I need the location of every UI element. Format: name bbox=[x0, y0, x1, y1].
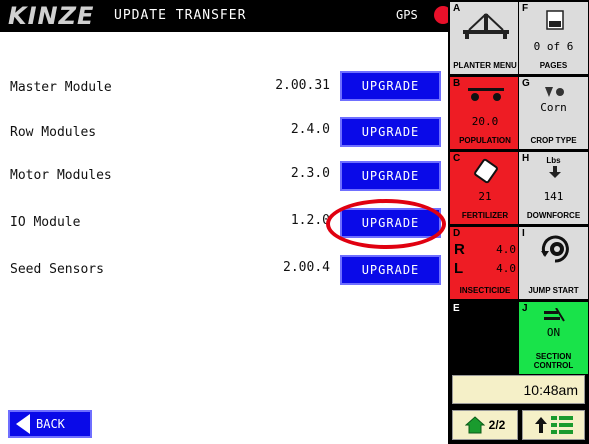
module-label: IO Module bbox=[10, 215, 81, 230]
tile-caption: DOWNFORCE bbox=[526, 211, 581, 220]
kinze-logo: KINZE bbox=[8, 2, 95, 30]
tile-jump-start[interactable]: I JUMP START bbox=[518, 226, 589, 300]
tile-value: 21 bbox=[478, 190, 492, 203]
tile-caption: PAGES bbox=[539, 61, 568, 70]
tile-key: G bbox=[522, 78, 530, 89]
gps-label: GPS bbox=[396, 8, 418, 22]
list-icon bbox=[546, 10, 564, 30]
tile-key: B bbox=[453, 78, 461, 89]
tile-value: 0 of 6 bbox=[533, 40, 574, 53]
module-label: Master Module bbox=[10, 80, 112, 95]
downforce-unit: Lbs bbox=[546, 156, 561, 165]
tile-empty-e[interactable]: E bbox=[449, 301, 521, 375]
tile-population[interactable]: B 20.0 POPULATION bbox=[449, 76, 521, 150]
module-version: 2.00.31 bbox=[275, 78, 330, 93]
tile-caption: POPULATION bbox=[459, 136, 511, 145]
top-bar: KINZE UPDATE TRANSFER GPS bbox=[0, 0, 452, 32]
tile-fertilizer[interactable]: C 21 FERTILIZER bbox=[449, 151, 521, 225]
back-button-label: BACK bbox=[36, 417, 65, 431]
planter-icon bbox=[463, 13, 509, 39]
insecticide-right-label: R bbox=[454, 241, 465, 258]
tile-caption: PLANTER MENU bbox=[453, 61, 517, 70]
tile-key: D bbox=[453, 228, 461, 239]
module-version: 2.3.0 bbox=[290, 166, 330, 181]
tile-key: E bbox=[453, 303, 460, 314]
home-button[interactable]: 2/2 bbox=[452, 410, 518, 440]
tile-value: Corn bbox=[540, 101, 567, 114]
section-control-icon bbox=[544, 308, 565, 322]
tile-value: 20.0 bbox=[471, 115, 499, 128]
down-arrow-icon bbox=[549, 166, 561, 178]
upgrade-button-seed-sensors[interactable]: UPGRADE bbox=[340, 255, 441, 285]
module-label: Seed Sensors bbox=[10, 262, 104, 277]
tile-crop-type[interactable]: G Corn CROP TYPE bbox=[518, 76, 589, 150]
module-label: Row Modules bbox=[10, 125, 97, 140]
overview-grid-button[interactable] bbox=[522, 410, 585, 440]
page-title: UPDATE TRANSFER bbox=[114, 8, 247, 23]
insecticide-left-label: L bbox=[454, 260, 464, 277]
back-arrow-icon bbox=[16, 414, 30, 434]
insecticide-right-value: 4.0 bbox=[496, 243, 516, 256]
grid-icon bbox=[550, 416, 573, 434]
seed-drop-icon bbox=[468, 88, 504, 101]
insecticide-left-value: 4.0 bbox=[496, 262, 516, 275]
up-arrow-icon bbox=[534, 417, 547, 433]
fertilizer-bag-icon bbox=[474, 158, 498, 184]
jump-start-icon bbox=[541, 235, 569, 263]
tile-caption: FERTILIZER bbox=[461, 211, 509, 220]
upgrade-button-motor-modules[interactable]: UPGRADE bbox=[340, 161, 441, 191]
tile-section-control[interactable]: J ON SECTION CONTROL bbox=[518, 301, 589, 375]
tile-downforce[interactable]: H Lbs 141 DOWNFORCE bbox=[518, 151, 589, 225]
module-version: 2.4.0 bbox=[290, 122, 330, 137]
tile-caption: CROP TYPE bbox=[530, 136, 577, 145]
tile-key: C bbox=[453, 153, 461, 164]
clock: 10:48am bbox=[452, 375, 585, 404]
tile-value: 141 bbox=[543, 190, 564, 203]
page-indicator: 2/2 bbox=[488, 418, 506, 432]
upgrade-button-master[interactable]: UPGRADE bbox=[340, 71, 441, 101]
home-icon bbox=[464, 416, 485, 434]
tile-caption: INSECTICIDE bbox=[459, 286, 511, 295]
tile-key: A bbox=[453, 3, 461, 14]
tile-value: ON bbox=[546, 326, 561, 339]
tile-planter-menu[interactable]: A PLANTER MENU bbox=[449, 1, 521, 75]
back-button[interactable]: BACK bbox=[8, 410, 92, 438]
tile-pages[interactable]: F 0 of 6 PAGES bbox=[518, 1, 589, 75]
module-version: 1.2.0 bbox=[290, 213, 330, 228]
upgrade-button-row-modules[interactable]: UPGRADE bbox=[340, 117, 441, 147]
tile-key: I bbox=[522, 228, 525, 239]
seed-icon bbox=[545, 87, 564, 97]
highlight-circle-annotation bbox=[326, 199, 446, 249]
module-version: 2.00.4 bbox=[283, 260, 330, 275]
module-label: Motor Modules bbox=[10, 168, 112, 183]
tile-key: J bbox=[522, 303, 528, 314]
tile-key: F bbox=[522, 3, 529, 14]
tile-caption: JUMP START bbox=[528, 286, 579, 295]
tile-insecticide[interactable]: D R 4.0 L 4.0 INSECTICIDE bbox=[449, 226, 521, 300]
tile-caption: SECTION CONTROL bbox=[533, 352, 574, 370]
